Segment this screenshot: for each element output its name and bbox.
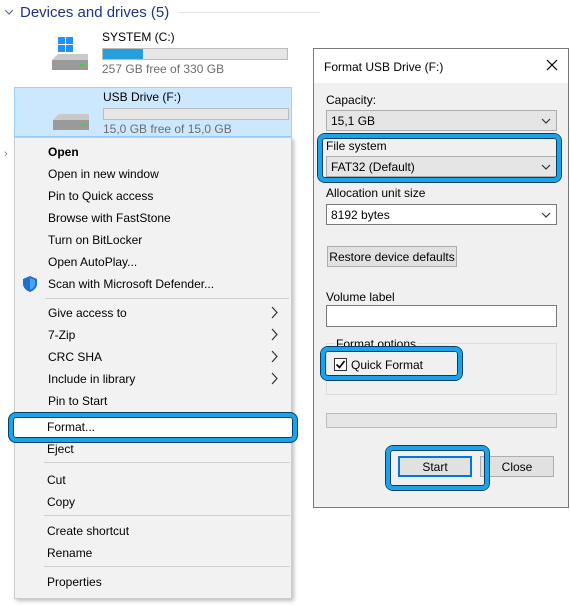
drive-name: SYSTEM (C:) xyxy=(102,30,175,44)
drive-usage-bar xyxy=(103,108,289,120)
menu-item-properties[interactable]: Properties xyxy=(47,575,102,589)
chevron-right-icon[interactable]: › xyxy=(4,148,8,160)
menu-separator xyxy=(44,566,290,567)
start-highlight-frame xyxy=(386,446,489,490)
format-progress-bar xyxy=(326,413,557,428)
menu-item-autoplay[interactable]: Open AutoPlay... xyxy=(15,251,291,273)
menu-item-7zip[interactable]: 7-Zip xyxy=(15,324,291,346)
menu-item-browse-faststone[interactable]: Browse with FastStone xyxy=(15,207,291,229)
allocation-select[interactable]: 8192 bytes xyxy=(326,204,557,225)
menu-item-include-library[interactable]: Include in library xyxy=(15,368,291,390)
menu-item-crc-sha[interactable]: CRC SHA xyxy=(15,346,291,368)
menu-separator xyxy=(45,298,289,299)
menu-item-eject[interactable]: Eject xyxy=(47,442,74,456)
drive-usage-bar xyxy=(102,48,288,60)
chevron-down-icon xyxy=(541,212,551,218)
submenu-arrow-icon xyxy=(271,328,278,341)
devices-group-header[interactable]: Devices and drives (5) xyxy=(0,0,320,24)
menu-item-label: CRC SHA xyxy=(48,350,103,364)
restore-defaults-button[interactable]: Restore device defaults xyxy=(327,246,457,267)
menu-item-rename[interactable]: Rename xyxy=(47,546,92,560)
capacity-select[interactable]: 15,1 GB xyxy=(326,110,557,131)
menu-item-format[interactable]: Format... xyxy=(47,420,95,434)
capacity-label: Capacity: xyxy=(326,93,377,107)
dialog-title: Format USB Drive (F:) xyxy=(324,60,444,74)
drive-free-space: 15,0 GB free of 15,0 GB xyxy=(103,122,232,136)
menu-item-label: Scan with Microsoft Defender... xyxy=(48,277,215,291)
menu-item-pin-quick-access[interactable]: Pin to Quick access xyxy=(15,185,291,207)
menu-item-cut[interactable]: Cut xyxy=(47,473,66,487)
format-dialog: Format USB Drive (F:) Capacity: 15,1 GB … xyxy=(313,48,569,508)
allocation-value: 8192 bytes xyxy=(331,208,390,222)
menu-item-bitlocker[interactable]: Turn on BitLocker xyxy=(15,229,291,251)
menu-item-label: Include in library xyxy=(48,372,136,386)
close-icon[interactable] xyxy=(544,57,560,73)
menu-item-give-access[interactable]: Give access to xyxy=(15,302,291,324)
volume-label-input[interactable] xyxy=(326,305,557,327)
menu-item-open[interactable]: Open xyxy=(15,141,291,163)
drive-item-system[interactable]: SYSTEM (C:) 257 GB free of 330 GB xyxy=(14,28,292,78)
menu-item-label: Give access to xyxy=(48,306,127,320)
menu-item-copy[interactable]: Copy xyxy=(47,495,75,509)
usb-drive-icon xyxy=(51,96,91,132)
menu-item-open-new-window[interactable]: Open in new window xyxy=(15,163,291,185)
context-menu-lower: Eject Cut Copy Create shortcut Rename Pr… xyxy=(14,440,292,599)
group-divider xyxy=(179,11,320,13)
chevron-down-icon xyxy=(541,118,551,124)
file-system-highlight-frame xyxy=(318,134,561,182)
menu-item-pin-start[interactable]: Pin to Start xyxy=(15,390,291,412)
system-drive-icon xyxy=(50,36,90,72)
defender-shield-icon xyxy=(23,276,37,292)
menu-item-scan-defender[interactable]: Scan with Microsoft Defender... xyxy=(15,273,291,295)
volume-label-label: Volume label xyxy=(326,290,395,304)
allocation-label: Allocation unit size xyxy=(326,186,426,200)
drive-item-usb[interactable]: USB Drive (F:) 15,0 GB free of 15,0 GB xyxy=(14,87,292,137)
capacity-value: 15,1 GB xyxy=(331,114,376,128)
menu-separator xyxy=(44,515,290,516)
close-button[interactable]: Close xyxy=(480,456,554,477)
quick-format-highlight-frame xyxy=(321,347,462,380)
submenu-arrow-icon xyxy=(271,306,278,319)
menu-item-label: 7-Zip xyxy=(48,328,76,342)
menu-item-create-shortcut[interactable]: Create shortcut xyxy=(47,524,129,538)
menu-separator xyxy=(44,462,290,463)
drive-free-space: 257 GB free of 330 GB xyxy=(102,62,225,76)
drive-name: USB Drive (F:) xyxy=(103,90,181,104)
dialog-titlebar[interactable]: Format USB Drive (F:) xyxy=(314,49,568,83)
chevron-down-icon[interactable] xyxy=(0,0,18,24)
submenu-arrow-icon xyxy=(271,372,278,385)
group-title: Devices and drives (5) xyxy=(20,3,170,21)
submenu-arrow-icon xyxy=(271,350,278,363)
